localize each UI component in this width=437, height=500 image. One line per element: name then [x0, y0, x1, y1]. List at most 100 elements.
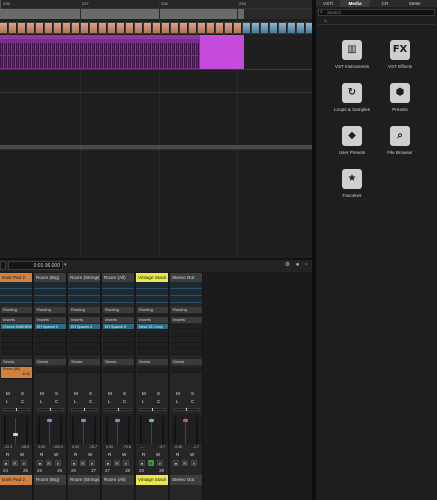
tile-file-browser[interactable]: ⌕ File Browser	[375, 126, 425, 158]
routing-section[interactable]: Routing	[137, 307, 168, 313]
time-display[interactable]: 0:01:36.000	[8, 261, 63, 270]
pan-control[interactable]	[139, 408, 166, 411]
tile-vst-instruments[interactable]: ▥ VST Instruments	[327, 40, 377, 72]
send-slot[interactable]	[103, 367, 134, 373]
mixer-channel[interactable]: Vintage Stack Routing Inserts Neve 33 Comp S…	[136, 273, 169, 500]
sends-section[interactable]: Sends	[103, 359, 134, 365]
read-toggle[interactable]: R	[148, 460, 154, 466]
insert-slot[interactable]	[1, 349, 32, 355]
record-button[interactable]: ●	[105, 460, 111, 466]
insert-slot[interactable]	[69, 349, 100, 355]
edit-button[interactable]: e	[89, 460, 95, 466]
mixer-channel[interactable]: Room (All) Routing Inserts EH Spaces II Send…	[102, 273, 135, 500]
edit-button[interactable]: e	[191, 460, 197, 466]
time-display-left[interactable]	[0, 261, 6, 270]
window-layout-icon[interactable]: ▫	[303, 262, 310, 269]
channel-name[interactable]: Room (Big)	[34, 273, 66, 282]
routing-section[interactable]: Routing	[35, 307, 66, 313]
pan-control[interactable]	[3, 408, 30, 411]
tab-meter[interactable]: Meter	[400, 0, 430, 7]
read-button[interactable]: R	[40, 452, 43, 457]
volume-fader[interactable]	[183, 419, 188, 422]
cycle-range-bar[interactable]	[0, 9, 244, 19]
insert-slot[interactable]: Neve 33 Comp	[137, 324, 168, 330]
insert-slot[interactable]	[35, 349, 66, 355]
pan-control[interactable]	[37, 408, 64, 411]
edit-button[interactable]: e	[55, 460, 61, 466]
read-toggle[interactable]: R	[46, 460, 52, 466]
solo-button[interactable]: S	[55, 391, 58, 396]
volume-value[interactable]: 0.00	[106, 445, 113, 449]
volume-value[interactable]: ---	[140, 445, 144, 449]
channel-name[interactable]: Stereo Out	[170, 273, 202, 282]
mute-button[interactable]: M	[176, 391, 180, 396]
sends-section[interactable]: Sends	[171, 359, 202, 365]
pan-control[interactable]	[105, 408, 132, 411]
channel-footer-name[interactable]: Room (Big)	[34, 475, 66, 485]
read-button[interactable]: R	[142, 452, 145, 457]
channel-name[interactable]: Room (All)	[102, 273, 134, 282]
channel-name[interactable]: Vintage Stack	[136, 273, 168, 282]
chevron-down-icon[interactable]: ▾	[64, 262, 68, 268]
read-toggle[interactable]: R	[12, 460, 18, 466]
routing-section[interactable]: Routing	[1, 307, 32, 313]
write-button[interactable]: W	[88, 452, 92, 457]
sends-section[interactable]: Sends	[137, 359, 168, 365]
listen-button[interactable]: L	[108, 399, 111, 404]
gear-icon[interactable]: ⚙	[284, 262, 291, 269]
mute-button[interactable]: M	[108, 391, 112, 396]
inserts-section[interactable]: Inserts	[137, 317, 168, 323]
volume-fader[interactable]	[149, 419, 154, 422]
close-icon[interactable]: ●	[294, 262, 301, 269]
channel-footer-name[interactable]: Vintage Stack	[136, 475, 168, 485]
volume-fader[interactable]	[47, 419, 52, 422]
write-button[interactable]: W	[190, 452, 194, 457]
channel-name[interactable]: Room (Strings)	[68, 273, 100, 282]
write-button[interactable]: W	[156, 452, 160, 457]
insert-slot[interactable]: EH Spaces II	[103, 324, 134, 330]
edit-button[interactable]: e	[123, 460, 129, 466]
solo-button[interactable]: S	[89, 391, 92, 396]
channel-footer-name[interactable]: Room (All)	[102, 475, 134, 485]
routing-section[interactable]: Routing	[171, 307, 202, 313]
tile-vst-effects[interactable]: FX VST Effects	[375, 40, 425, 72]
write-button[interactable]: W	[122, 452, 126, 457]
channel-name[interactable]: Dark Pad 2	[0, 273, 32, 282]
read-button[interactable]: R	[6, 452, 9, 457]
tab-media[interactable]: Media	[340, 0, 370, 7]
channel-footer-name[interactable]: Stereo Out	[170, 475, 202, 485]
inserts-section[interactable]: Inserts	[171, 317, 202, 323]
listen-button[interactable]: L	[6, 399, 9, 404]
mute-button[interactable]: M	[6, 391, 10, 396]
write-button[interactable]: W	[20, 452, 24, 457]
volume-fader[interactable]	[81, 419, 86, 422]
channel-footer-name[interactable]: Room (Strings)	[68, 475, 100, 485]
mute-button[interactable]: M	[74, 391, 78, 396]
pan-control[interactable]	[173, 408, 200, 411]
volume-fader[interactable]	[115, 419, 120, 422]
insert-slot[interactable]	[171, 324, 202, 330]
volume-value[interactable]: -0.40	[174, 445, 182, 449]
read-button[interactable]: R	[176, 452, 179, 457]
solo-button[interactable]: S	[157, 391, 160, 396]
mute-button[interactable]: M	[40, 391, 44, 396]
mixer-channel[interactable]: Room (Strings) Routing Inserts EH Spaces II…	[68, 273, 101, 500]
inserts-section[interactable]: Inserts	[103, 317, 134, 323]
tile-user-presets[interactable]: ◆ User Presets	[327, 126, 377, 158]
insert-slot[interactable]: Chorus DIMENSION ...	[1, 324, 32, 330]
record-button[interactable]: ●	[37, 460, 43, 466]
mixer-channel[interactable]: Stereo Out Routing Inserts Sends M S L C -0.40 -1…	[170, 273, 203, 500]
solo-button[interactable]: S	[123, 391, 126, 396]
timeline-ruler[interactable]: 236 237 238 239	[0, 0, 312, 9]
video-track-thumbnails[interactable]	[0, 22, 312, 34]
routing-section[interactable]: Routing	[69, 307, 100, 313]
listen-button[interactable]: L	[74, 399, 77, 404]
record-button[interactable]: ●	[139, 460, 145, 466]
send-slot[interactable]	[171, 367, 202, 373]
insert-slot[interactable]	[137, 349, 168, 355]
record-button[interactable]: ●	[173, 460, 179, 466]
listen-button[interactable]: L	[142, 399, 145, 404]
write-button[interactable]: W	[54, 452, 58, 457]
channel-footer-name[interactable]: Dark Pad 2	[0, 475, 32, 485]
listen-button[interactable]: L	[176, 399, 179, 404]
